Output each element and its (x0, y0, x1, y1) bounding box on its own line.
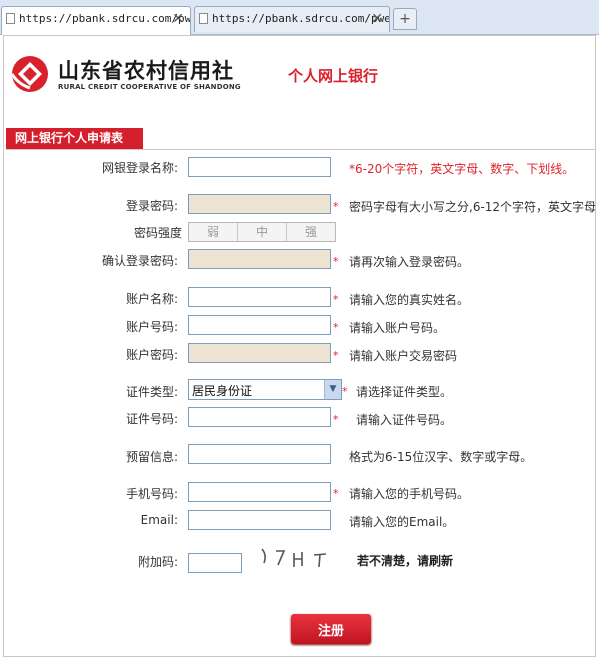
page-title: 个人网上银行 (288, 67, 379, 85)
account-password-hint: 请输入账户交易密码 (349, 349, 458, 363)
new-tab-button[interactable]: + (393, 8, 417, 30)
email-hint: 请输入您的Email。 (349, 515, 455, 529)
strength-strong: 强 (287, 223, 335, 241)
required-mark: * (333, 349, 339, 362)
section-title: 网上银行个人申请表 (6, 128, 143, 149)
tab-url: https://pbank.sdrcu.com/pwe (212, 12, 390, 25)
confirm-password-label: 确认登录密码: (101, 254, 178, 268)
required-mark: * (333, 321, 339, 334)
id-number-input[interactable] (188, 407, 331, 427)
account-number-hint: 请输入账户号码。 (349, 321, 446, 335)
id-type-label: 证件类型: (125, 385, 178, 399)
reserved-info-hint: 格式为6-15位汉字、数字或字母。 (349, 450, 533, 464)
login-password-label: 登录密码: (125, 199, 178, 213)
brand-name-en: RURAL CREDIT COOPERATIVE OF SHANDONG (58, 83, 241, 91)
password-strength-label: 密码强度 (133, 226, 182, 240)
account-password-input[interactable] (188, 343, 331, 363)
login-name-input[interactable] (188, 157, 331, 177)
strength-weak: 弱 (189, 223, 238, 241)
required-mark: * (333, 255, 339, 268)
required-mark: * (342, 385, 348, 398)
browser-tab-inactive[interactable]: https://pbank.sdrcu.com/pwe ✕ (194, 6, 390, 32)
id-number-hint: 请输入证件号码。 (356, 413, 453, 427)
id-type-hint: 请选择证件类型。 (356, 385, 453, 399)
required-mark: * (333, 413, 339, 426)
required-mark: * (333, 200, 339, 213)
brand-name-cn: 山东省农村信用社 (58, 59, 234, 83)
id-number-label: 证件号码: (125, 412, 178, 426)
browser-tab-active[interactable]: https://pbank.sdrcu.com/pwe ✕ (1, 6, 191, 35)
account-name-hint: 请输入您的真实姓名。 (349, 293, 470, 307)
captcha-image[interactable] (258, 545, 334, 569)
chevron-down-icon[interactable]: ▼ (324, 380, 341, 399)
page-icon (6, 13, 15, 24)
required-mark: * (333, 487, 339, 500)
captcha-input[interactable] (188, 553, 242, 573)
tab-close-icon[interactable]: ✕ (172, 7, 184, 31)
email-input[interactable] (188, 510, 331, 530)
register-button[interactable]: 注册 (291, 614, 371, 644)
account-number-label: 账户号码: (125, 320, 178, 334)
account-password-label: 账户密码: (125, 348, 178, 362)
login-name-label: 网银登录名称: (101, 161, 178, 175)
password-strength-meter: 弱 中 强 (188, 222, 336, 242)
tab-close-icon[interactable]: ✕ (371, 7, 383, 31)
confirm-password-input[interactable] (188, 249, 331, 269)
account-name-input[interactable] (188, 287, 331, 307)
login-name-hint-text: *6-20个字符，英文字母、数字、下划线。 (349, 162, 575, 176)
id-type-selected-value: 居民身份证 (192, 384, 253, 398)
login-password-hint: 密码字母有大小写之分,6-12个字符，英文字母 (349, 200, 597, 214)
strength-medium: 中 (238, 223, 287, 241)
mobile-hint: 请输入您的手机号码。 (349, 487, 470, 501)
id-type-select[interactable]: 居民身份证 ▼ (188, 379, 342, 400)
tab-url: https://pbank.sdrcu.com/pwe (19, 12, 191, 25)
email-label: Email: (140, 513, 178, 527)
section-divider (6, 149, 596, 150)
mobile-label: 手机号码: (125, 487, 178, 501)
account-name-label: 账户名称: (125, 292, 178, 306)
required-mark: * (333, 293, 339, 306)
browser-tab-bar: https://pbank.sdrcu.com/pwe ✕ https://pb… (0, 0, 599, 35)
sdrcu-logo-icon (10, 56, 48, 92)
login-password-input[interactable] (188, 194, 331, 214)
account-number-input[interactable] (188, 315, 331, 335)
login-name-hint: *6-20个字符，英文字母、数字、下划线。 (349, 160, 574, 177)
reserved-info-label: 预留信息: (125, 450, 178, 464)
mobile-input[interactable] (188, 482, 331, 502)
captcha-refresh-link[interactable]: 若不清楚，请刷新 (357, 552, 453, 569)
confirm-password-hint: 请再次输入登录密码。 (349, 255, 470, 269)
reserved-info-input[interactable] (188, 444, 331, 464)
captcha-label: 附加码: (137, 555, 178, 569)
page-icon (199, 13, 208, 24)
